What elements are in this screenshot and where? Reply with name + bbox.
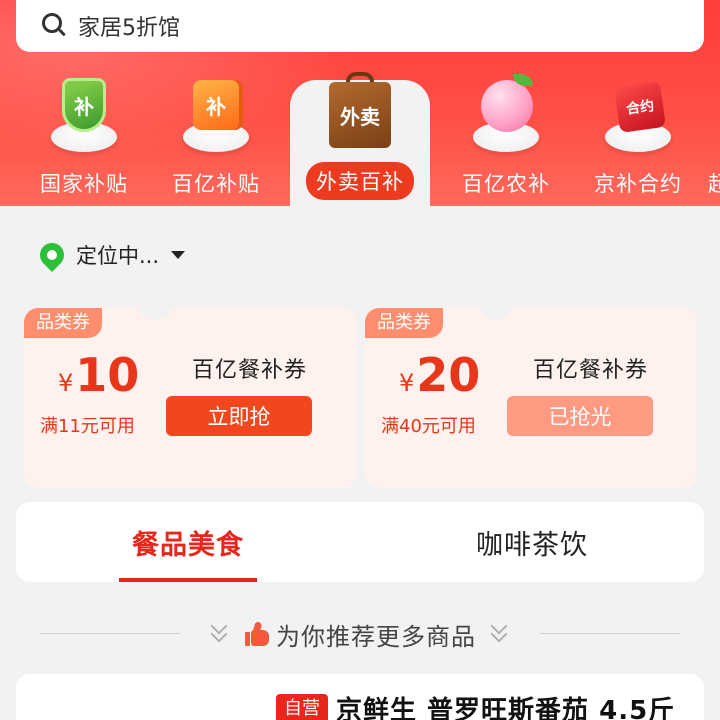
coupon-badge: 品类券 (365, 308, 443, 338)
category-label: 百亿农补 (462, 172, 550, 196)
tab-coffee-tea[interactable]: 咖啡茶饮 (440, 502, 624, 582)
currency-symbol: ¥ (58, 369, 74, 397)
search-bar[interactable]: 家居5折馆 (16, 0, 704, 52)
divider-line-right (540, 633, 680, 634)
header-banner: 家居5折馆 补 国家补贴 补 百亿补贴 外卖 外卖百补 百亿农补 合约 京补合约… (0, 0, 720, 206)
coupon-condition: 满11元可用 (40, 416, 135, 437)
recommend-divider: 为你推荐更多商品 (0, 612, 720, 656)
coupon-card: 品类券 ¥ 20 满40元可用 百亿餐补券 已抢光 (365, 308, 697, 488)
active-tab-indicator (119, 578, 257, 582)
coupon-value: 10 (75, 348, 140, 402)
category-label: 百亿补贴 (172, 172, 260, 196)
coupon-badge: 品类券 (24, 308, 102, 338)
recommend-text: 为你推荐更多商品 (276, 622, 476, 651)
double-chevron-down-icon (210, 617, 230, 646)
coupon-title: 百亿餐补券 (192, 358, 308, 383)
category-label: 国家补贴 (40, 172, 128, 196)
currency-symbol: ¥ (399, 369, 415, 397)
location-selector[interactable]: 定位中... (35, 238, 186, 272)
product-title[interactable]: 京鲜生 普罗旺斯番茄 4.5斤 (336, 690, 675, 720)
grab-coupon-button[interactable]: 立即抢 (166, 396, 312, 436)
category-image: 补 (39, 72, 129, 160)
search-text: 家居5折馆 (78, 16, 180, 41)
product-card[interactable]: 自营 京鲜生 普罗旺斯番茄 4.5斤 (16, 674, 704, 720)
category-partial[interactable]: 超 (708, 168, 720, 198)
self-operated-badge: 自营 (276, 694, 328, 720)
coupon-card: 品类券 ¥ 10 满11元可用 百亿餐补券 立即抢 (24, 308, 356, 488)
location-text: 定位中... (76, 244, 160, 268)
double-chevron-down-icon (490, 617, 510, 646)
search-icon (40, 13, 66, 39)
category-image: 外卖 (315, 72, 405, 160)
caret-down-icon (171, 251, 186, 259)
category-tenbillion-subsidy[interactable]: 补 百亿补贴 (146, 72, 286, 206)
coupon-condition: 满40元可用 (381, 416, 476, 437)
category-takeout-subsidy[interactable]: 外卖 外卖百补 (290, 72, 430, 206)
takeout-bag-icon: 外卖 (329, 82, 391, 148)
coupon-title: 百亿餐补券 (533, 358, 649, 383)
category-label-active: 外卖百补 (306, 162, 414, 200)
coupon-amount: ¥ 10 (58, 348, 139, 402)
category-jd-contract[interactable]: 合约 京补合约 (568, 72, 708, 206)
lychee-icon (481, 80, 533, 132)
location-pin-icon (35, 238, 69, 272)
category-image: 补 (171, 72, 261, 160)
category-label: 超 (708, 172, 720, 196)
coupon-amount: ¥ 20 (399, 348, 480, 402)
category-image: 合约 (593, 72, 683, 160)
category-image (461, 72, 551, 160)
category-agri-subsidy[interactable]: 百亿农补 (436, 72, 576, 206)
coupon-value: 20 (416, 348, 481, 402)
shield-subsidy-icon: 补 (62, 78, 106, 132)
tab-meals[interactable]: 餐品美食 (96, 502, 280, 582)
category-national-subsidy[interactable]: 补 国家补贴 (14, 72, 154, 206)
orange-box-subsidy-icon: 补 (193, 80, 239, 130)
sold-out-button[interactable]: 已抢光 (507, 396, 653, 436)
red-tag-contract-icon: 合约 (614, 81, 666, 133)
thumbs-up-icon (244, 621, 270, 647)
food-tabs: 餐品美食 咖啡茶饮 (16, 502, 704, 582)
category-label: 京补合约 (594, 172, 682, 196)
divider-line-left (40, 633, 180, 634)
